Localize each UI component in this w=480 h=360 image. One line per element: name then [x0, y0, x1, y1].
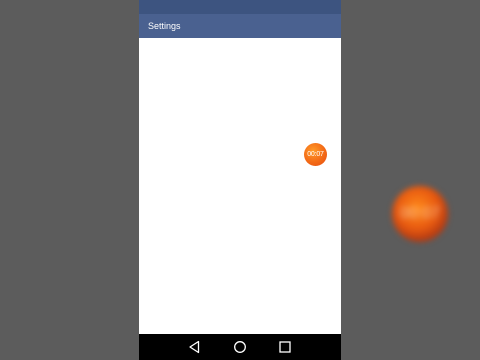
home-icon: [234, 341, 246, 353]
home-button[interactable]: [232, 339, 248, 355]
navigation-bar: [139, 334, 341, 360]
back-button[interactable]: [187, 339, 203, 355]
settings-content: [139, 38, 341, 334]
app-bar: Settings: [139, 14, 341, 38]
status-bar: [139, 0, 341, 14]
blurred-timer-text: 00:07: [399, 205, 441, 222]
recents-icon: [278, 341, 291, 353]
floating-timer-button[interactable]: 00:07: [304, 143, 327, 166]
page-title: Settings: [148, 21, 181, 31]
recents-button[interactable]: [277, 339, 293, 355]
phone-screen: Settings 00:07: [139, 0, 341, 360]
back-icon: [189, 340, 200, 354]
screen-stage: 00:07 Settings 00:07: [0, 0, 480, 360]
blurred-timer-reflection: 00:07: [392, 186, 448, 242]
floating-timer-label: 00:07: [307, 151, 324, 158]
